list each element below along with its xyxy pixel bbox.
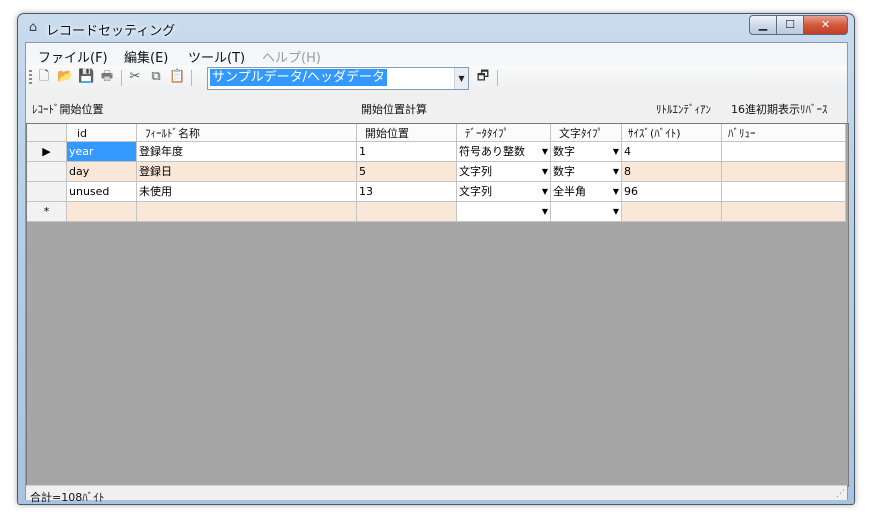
resize-grip-icon[interactable]: ⋰	[836, 489, 845, 499]
toolbar-separator	[497, 70, 498, 86]
open-folder-icon[interactable]: 📂	[57, 69, 73, 85]
start-calc-button[interactable]: 開始位置計算	[361, 101, 427, 117]
chevron-down-icon[interactable]: ▼	[454, 68, 468, 89]
chevron-down-icon[interactable]: ▼	[613, 142, 619, 161]
chevron-down-icon[interactable]: ▼	[542, 182, 548, 201]
menu-bar: ファイル(F) 編集(E) ツール(T) ヘルプ(H)	[26, 43, 847, 66]
hex-reverse-toggle[interactable]: 16進初期表示ﾘﾊﾞｰｽ	[731, 101, 828, 117]
chevron-down-icon[interactable]: ▼	[613, 182, 619, 201]
window-layout-icon[interactable]: 🗗	[475, 69, 491, 85]
copy-icon[interactable]: ⧉	[148, 69, 164, 85]
char-type-select[interactable]: 全半角 ▼	[551, 182, 622, 202]
new-row-header[interactable]: *	[27, 202, 67, 222]
grid-corner	[27, 124, 67, 142]
table-cell-start[interactable]: 5	[357, 162, 457, 182]
table-cell-id[interactable]: unused	[67, 182, 137, 202]
table-cell-size[interactable]: 4	[622, 142, 722, 162]
field-grid: id ﾌｨｰﾙﾄﾞ名称 開始位置 ﾃﾞｰﾀﾀｲﾌﾟ 文字ﾀｲﾌﾟ ｻｲｽﾞ(ﾊﾞ…	[26, 123, 849, 487]
chevron-down-icon[interactable]: ▼	[613, 162, 619, 181]
little-endian-toggle[interactable]: ﾘﾄﾙｴﾝﾃﾞｨｱﾝ	[656, 101, 711, 117]
chevron-down-icon[interactable]: ▼	[542, 162, 548, 181]
window-title: レコードセッティング	[46, 24, 176, 39]
minimize-button[interactable]: ▁	[749, 15, 777, 35]
menu-help[interactable]: ヘルプ(H)	[262, 47, 321, 66]
paste-icon[interactable]: 📋	[169, 69, 185, 85]
column-header-data-type[interactable]: ﾃﾞｰﾀﾀｲﾌﾟ	[457, 124, 551, 142]
data-type-value: 文字列	[459, 185, 492, 198]
data-type-value: 符号あり整数	[459, 145, 525, 158]
new-row-cell-value[interactable]	[722, 202, 846, 222]
char-type-select[interactable]: 数字 ▼	[551, 162, 622, 182]
row-header[interactable]	[27, 182, 67, 202]
column-header-size[interactable]: ｻｲｽﾞ(ﾊﾞｲﾄ)	[622, 124, 722, 142]
print-icon[interactable]: 🖶	[99, 69, 115, 85]
table-cell-name[interactable]: 登録日	[137, 162, 357, 182]
new-row-char-type-select[interactable]: ▼	[551, 202, 622, 222]
chevron-down-icon[interactable]: ▼	[613, 202, 619, 221]
title-bar[interactable]: ⌂ レコードセッティング ▁ ☐ ✕	[18, 14, 854, 42]
client-area: ファイル(F) 編集(E) ツール(T) ヘルプ(H) 🗋 📂 💾 🖶 ✂ ⧉ …	[25, 42, 849, 504]
data-type-select[interactable]: 符号あり整数 ▼	[457, 142, 551, 162]
combo-selected-text: サンプルデータ/ヘッダデータ	[210, 69, 387, 86]
new-row-cell-id[interactable]	[67, 202, 137, 222]
new-row-data-type-select[interactable]: ▼	[457, 202, 551, 222]
table-cell-size[interactable]: 96	[622, 182, 722, 202]
data-type-select[interactable]: 文字列 ▼	[457, 182, 551, 202]
table-cell-name[interactable]: 登録年度	[137, 142, 357, 162]
data-type-value: 文字列	[459, 165, 492, 178]
data-source-combobox[interactable]: サンプルデータ/ヘッダデータ ▼	[207, 67, 469, 90]
table-cell-start[interactable]: 13	[357, 182, 457, 202]
main-window: ⌂ レコードセッティング ▁ ☐ ✕ ファイル(F) 編集(E) ツール(T) …	[17, 13, 855, 505]
toolbar-separator	[121, 70, 122, 86]
toolbar: 🗋 📂 💾 🖶 ✂ ⧉ 📋 サンプルデータ/ヘッダデータ ▼ 🗗	[26, 65, 847, 91]
table-cell-value[interactable]	[722, 162, 846, 182]
table-cell-value[interactable]	[722, 182, 846, 202]
toolbar-separator	[191, 70, 192, 86]
close-button[interactable]: ✕	[804, 15, 848, 35]
table-cell-id[interactable]: year	[67, 142, 137, 162]
column-header-start[interactable]: 開始位置	[357, 124, 457, 142]
chevron-down-icon[interactable]: ▼	[542, 142, 548, 161]
row-header[interactable]	[27, 162, 67, 182]
new-row-cell-size[interactable]	[622, 202, 722, 222]
char-type-value: 全半角	[553, 185, 586, 198]
new-row-cell-start[interactable]	[357, 202, 457, 222]
table-cell-value[interactable]	[722, 142, 846, 162]
table-cell-size[interactable]: 8	[622, 162, 722, 182]
record-start-label[interactable]: ﾚｺｰﾄﾞ開始位置	[32, 101, 104, 117]
new-file-icon[interactable]: 🗋	[36, 69, 52, 85]
column-header-char-type[interactable]: 文字ﾀｲﾌﾟ	[551, 124, 622, 142]
new-row-cell-name[interactable]	[137, 202, 357, 222]
char-type-value: 数字	[553, 145, 575, 158]
toolbar-grip[interactable]	[29, 70, 32, 86]
menu-edit[interactable]: 編集(E)	[124, 47, 168, 66]
app-icon: ⌂	[28, 20, 38, 35]
column-header-id[interactable]: id	[67, 124, 137, 142]
table-cell-start[interactable]: 1	[357, 142, 457, 162]
table-cell-id[interactable]: day	[67, 162, 137, 182]
save-icon[interactable]: 💾	[78, 69, 94, 85]
cut-icon[interactable]: ✂	[127, 69, 143, 85]
data-type-select[interactable]: 文字列 ▼	[457, 162, 551, 182]
menu-tools[interactable]: ツール(T)	[188, 47, 245, 66]
column-header-field-name[interactable]: ﾌｨｰﾙﾄﾞ名称	[137, 124, 357, 142]
table-cell-name[interactable]: 未使用	[137, 182, 357, 202]
total-size-status: 合計=108ﾊﾞｲﾄ	[30, 491, 105, 504]
row-header-current[interactable]: ▶	[27, 142, 67, 162]
char-type-select[interactable]: 数字 ▼	[551, 142, 622, 162]
maximize-button[interactable]: ☐	[777, 15, 804, 35]
char-type-value: 数字	[553, 165, 575, 178]
chevron-down-icon[interactable]: ▼	[542, 202, 548, 221]
status-bar: 合計=108ﾊﾞｲﾄ ⋰	[26, 485, 847, 504]
column-header-value[interactable]: ﾊﾞﾘｭｰ	[722, 124, 846, 142]
menu-file[interactable]: ファイル(F)	[38, 47, 108, 66]
